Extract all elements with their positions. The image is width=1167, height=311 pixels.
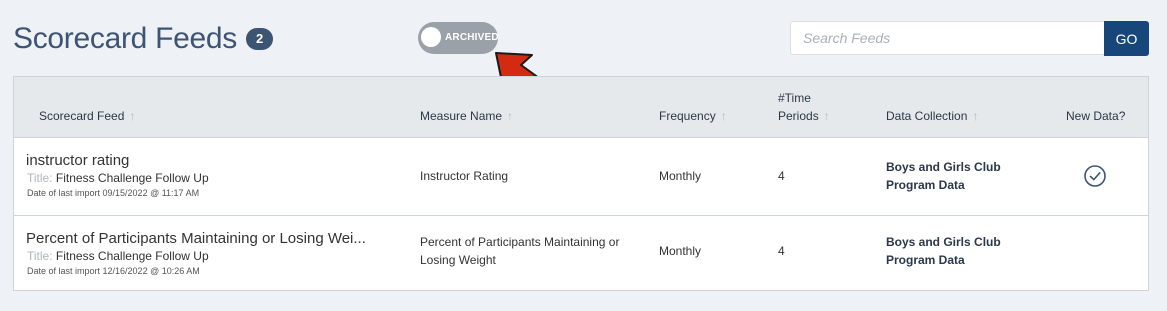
data-collection-line1: Boys and Girls Club: [886, 235, 1001, 249]
archived-toggle[interactable]: ARCHIVED: [418, 22, 499, 54]
search-input[interactable]: [790, 21, 1104, 55]
sort-arrow-icon: ↑: [129, 109, 136, 123]
feed-title: Title: Fitness Challenge Follow Up: [27, 249, 209, 263]
time-periods: 4: [778, 244, 785, 258]
feed-title-value: Fitness Challenge Follow Up: [55, 171, 209, 185]
page-title-text: Scorecard Feeds: [13, 22, 237, 55]
measure-name: Percent of Participants Maintaining or L…: [420, 233, 619, 269]
feed-title-prefix: Title:: [27, 171, 53, 185]
column-header-label: Scorecard Feed: [39, 109, 125, 123]
column-header-label-line1: #Time: [778, 91, 811, 105]
data-collection: Boys and Girls Club Program Data: [886, 233, 1001, 269]
measure-name-line1: Percent of Participants Maintaining or: [420, 235, 620, 249]
measure-name-line1: Instructor Rating: [420, 169, 509, 183]
measure-name-line2: Losing Weight: [420, 253, 496, 267]
column-header-frequency[interactable]: Frequency ↑: [659, 107, 727, 125]
feed-name-link[interactable]: instructor rating: [26, 152, 129, 169]
frequency: Monthly: [659, 169, 702, 183]
feed-name-link[interactable]: Percent of Participants Maintaining or L…: [26, 230, 366, 247]
column-header-data-collection[interactable]: Data Collection ↑: [886, 107, 978, 125]
feed-count-badge: 2: [245, 28, 273, 50]
data-collection: Boys and Girls Club Program Data: [886, 158, 1001, 194]
sort-arrow-icon: ↑: [823, 109, 830, 123]
column-header-label-line2: Periods: [778, 109, 819, 123]
sort-arrow-icon: ↑: [720, 109, 727, 123]
time-periods: 4: [778, 169, 785, 183]
new-data-check-icon: [1084, 165, 1106, 187]
measure-name: Instructor Rating: [420, 167, 508, 185]
column-header-time-periods[interactable]: #Time Periods ↑: [778, 89, 830, 125]
feed-import-date: Date of last import 12/16/2022 @ 10:26 A…: [27, 266, 200, 276]
data-collection-line1: Boys and Girls Club: [886, 160, 1001, 174]
feed-import-date: Date of last import 09/15/2022 @ 11:17 A…: [27, 188, 200, 198]
toggle-knob: [421, 27, 441, 47]
sort-arrow-icon: ↑: [507, 109, 514, 123]
page-title: Scorecard Feeds 2: [13, 22, 273, 56]
column-header-label: Measure Name: [420, 109, 503, 123]
column-header-label: Frequency: [659, 109, 716, 123]
column-header-new-data: New Data?: [1066, 107, 1125, 125]
table-row[interactable]: Percent of Participants Maintaining or L…: [14, 216, 1148, 293]
go-button[interactable]: GO: [1104, 21, 1149, 56]
data-collection-line2: Program Data: [886, 178, 965, 192]
frequency: Monthly: [659, 244, 702, 258]
data-collection-line2: Program Data: [886, 253, 965, 267]
feeds-table: Scorecard Feed ↑ Measure Name ↑ Frequency ↑…: [13, 76, 1149, 291]
table-row[interactable]: instructor rating Title: Fitness Challen…: [14, 138, 1148, 216]
archived-toggle-label: ARCHIVED: [445, 32, 499, 43]
feed-title-prefix: Title:: [27, 249, 53, 263]
column-header-label: New Data?: [1066, 109, 1126, 123]
sort-arrow-icon: ↑: [972, 109, 979, 123]
feed-title: Title: Fitness Challenge Follow Up: [27, 171, 209, 185]
column-header-scorecard-feed[interactable]: Scorecard Feed ↑: [39, 107, 135, 125]
table-header: Scorecard Feed ↑ Measure Name ↑ Frequency ↑…: [14, 77, 1148, 138]
feed-title-value: Fitness Challenge Follow Up: [55, 249, 209, 263]
column-header-measure-name[interactable]: Measure Name ↑: [420, 107, 513, 125]
column-header-label: Data Collection: [886, 109, 968, 123]
